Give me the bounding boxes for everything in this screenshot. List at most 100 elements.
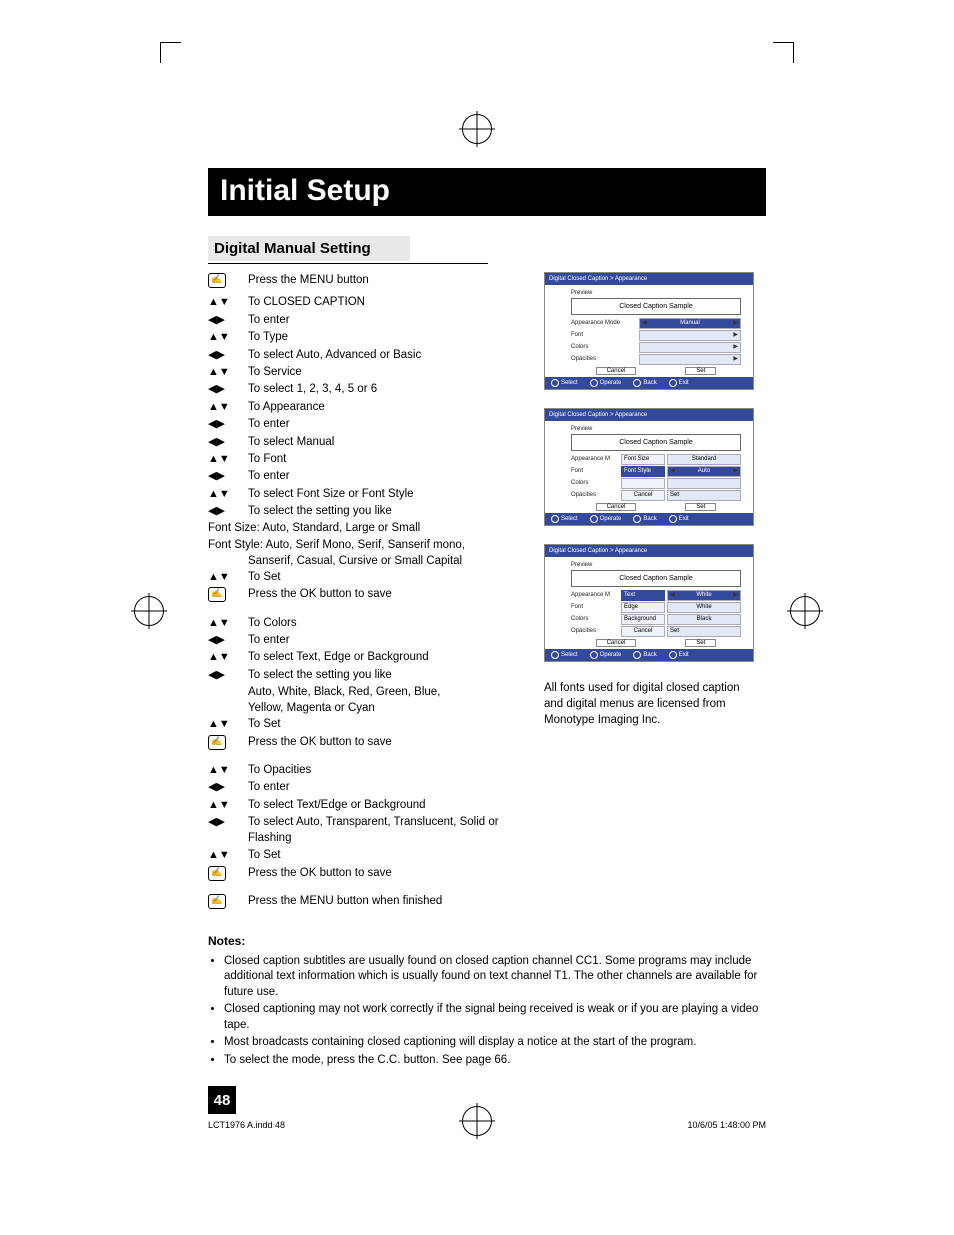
colors-sub-1: Auto, White, Black, Red, Green, Blue, xyxy=(248,684,516,700)
instruction-step: ▲▼To Opacities xyxy=(208,762,516,778)
registration-mark-top xyxy=(462,114,492,144)
instruction-text: To enter xyxy=(248,779,516,795)
instruction-step: ▲▼To select Text, Edge or Background xyxy=(208,649,516,665)
osd-preview-label: Preview xyxy=(571,290,741,296)
instruction-text: To select Auto, Advanced or Basic xyxy=(248,347,516,363)
instruction-text: To select the setting you like xyxy=(248,667,516,683)
up-down-icon: ▲▼ xyxy=(208,451,248,467)
monotype-note: All fonts used for digital closed captio… xyxy=(544,680,754,728)
osd-breadcrumb: Digital Closed Caption > Appearance xyxy=(545,409,753,421)
up-down-icon: ▲▼ xyxy=(208,847,248,863)
note-item: Closed captioning may not work correctly… xyxy=(224,1002,766,1033)
osd-colors: Digital Closed Caption > Appearance Prev… xyxy=(544,544,754,662)
instruction-text: To enter xyxy=(248,312,516,328)
osd-font: Digital Closed Caption > Appearance Prev… xyxy=(544,408,754,526)
note-item: To select the mode, press the C.C. butto… xyxy=(224,1053,766,1069)
osd-breadcrumb: Digital Closed Caption > Appearance xyxy=(545,273,753,285)
left-right-icon: ◀▶ xyxy=(208,503,248,519)
up-down-icon: ▲▼ xyxy=(208,294,248,310)
instruction-step: Press the OK button to save xyxy=(208,586,516,607)
left-right-icon: ◀▶ xyxy=(208,667,248,683)
instruction-step: ▲▼To Set xyxy=(208,716,516,732)
section-heading: Digital Manual Setting xyxy=(208,236,410,261)
final-step: Press the MENU button when finished xyxy=(208,893,516,914)
instruction-text: To enter xyxy=(248,416,516,432)
up-down-icon: ▲▼ xyxy=(208,399,248,415)
instruction-text: To Colors xyxy=(248,615,516,631)
osd-breadcrumb: Digital Closed Caption > Appearance xyxy=(545,545,753,557)
instruction-step: ▲▼To CLOSED CAPTION xyxy=(208,294,516,310)
page-content: Initial Setup Digital Manual Setting Pre… xyxy=(208,168,766,1070)
up-down-icon: ▲▼ xyxy=(208,364,248,380)
print-footer: LCT1976 A.indd 48 10/6/05 1:48:00 PM xyxy=(208,1120,766,1130)
footer-right: 10/6/05 1:48:00 PM xyxy=(687,1120,766,1130)
up-down-icon: ▲▼ xyxy=(208,486,248,502)
instruction-step: ▲▼To Service xyxy=(208,364,516,380)
note-item: Most broadcasts containing closed captio… xyxy=(224,1035,766,1051)
up-down-icon: ▲▼ xyxy=(208,649,248,665)
instruction-step: ◀▶To select Auto, Transparent, Transluce… xyxy=(208,814,516,846)
notes-heading: Notes: xyxy=(208,934,766,948)
remote-icon xyxy=(208,272,248,293)
instruction-text: To select 1, 2, 3, 4, 5 or 6 xyxy=(248,381,516,397)
instruction-step: ◀▶To enter xyxy=(208,632,516,648)
osd-row: Appearance MFont SizeStandard xyxy=(545,453,753,465)
crop-mark-tl xyxy=(160,42,181,63)
registration-mark-left xyxy=(134,596,164,626)
osd-row: Font◀▶ xyxy=(545,329,753,341)
instruction-text: To select Text, Edge or Background xyxy=(248,649,516,665)
instruction-step: ▲▼To select Text/Edge or Background xyxy=(208,797,516,813)
note-item: Closed caption subtitles are usually fou… xyxy=(224,954,766,1001)
left-right-icon: ◀▶ xyxy=(208,468,248,484)
instruction-text: To Type xyxy=(248,329,516,345)
left-right-icon: ◀▶ xyxy=(208,347,248,363)
instruction-step: ◀▶To enter xyxy=(208,416,516,432)
font-size-note: Font Size: Auto, Standard, Large or Smal… xyxy=(208,520,516,536)
remote-icon xyxy=(208,586,248,607)
instruction-text: To Service xyxy=(248,364,516,380)
left-right-icon: ◀▶ xyxy=(208,814,248,846)
osd-button-row: Cancel Set xyxy=(545,365,753,377)
osd-row: Colors◀▶ xyxy=(545,341,753,353)
instruction-step: ◀▶To select 1, 2, 3, 4, 5 or 6 xyxy=(208,381,516,397)
notes-section: Notes: Closed caption subtitles are usua… xyxy=(208,934,766,1069)
up-down-icon: ▲▼ xyxy=(208,615,248,631)
remote-icon xyxy=(208,734,248,755)
page-number: 48 xyxy=(208,1086,236,1114)
left-right-icon: ◀▶ xyxy=(208,381,248,397)
osd-preview-sample: Closed Caption Sample xyxy=(571,298,741,315)
instruction-text: To Opacities xyxy=(248,762,516,778)
page-title: Initial Setup xyxy=(208,168,766,216)
osd-row: ColorsBackgroundBlack xyxy=(545,613,753,625)
left-right-icon: ◀▶ xyxy=(208,434,248,450)
instruction-step: ▲▼To Set xyxy=(208,569,516,585)
instruction-text: To select Text/Edge or Background xyxy=(248,797,516,813)
instruction-text: Press the OK button to save xyxy=(248,734,516,755)
instruction-text: To CLOSED CAPTION xyxy=(248,294,516,310)
instruction-text: To Set xyxy=(248,569,516,585)
instruction-step: ▲▼To Colors xyxy=(208,615,516,631)
section-underline xyxy=(208,263,488,264)
up-down-icon: ▲▼ xyxy=(208,762,248,778)
instruction-step: Press the OK button to save xyxy=(208,734,516,755)
instruction-step: ◀▶To select Auto, Advanced or Basic xyxy=(208,347,516,363)
osd-row: Appearance MText◀White▶ xyxy=(545,589,753,601)
instruction-step: Press the MENU button xyxy=(208,272,516,293)
instruction-step: ▲▼To select Font Size or Font Style xyxy=(208,486,516,502)
remote-icon xyxy=(208,865,248,886)
instruction-step: ◀▶To enter xyxy=(208,468,516,484)
left-right-icon: ◀▶ xyxy=(208,779,248,795)
left-right-icon: ◀▶ xyxy=(208,632,248,648)
instruction-step: ▲▼To Font xyxy=(208,451,516,467)
left-right-icon: ◀▶ xyxy=(208,312,248,328)
registration-mark-right xyxy=(790,596,820,626)
instruction-text: To Appearance xyxy=(248,399,516,415)
footer-left: LCT1976 A.indd 48 xyxy=(208,1120,285,1130)
instruction-step: ◀▶To select the setting you like xyxy=(208,503,516,519)
instruction-text: To Set xyxy=(248,847,516,863)
colors-sub-2: Yellow, Magenta or Cyan xyxy=(248,700,516,716)
up-down-icon: ▲▼ xyxy=(208,797,248,813)
up-down-icon: ▲▼ xyxy=(208,329,248,345)
osd-row: OpacitiesCancelSet xyxy=(545,489,753,501)
osd-row: OpacitiesCancelSet xyxy=(545,625,753,637)
